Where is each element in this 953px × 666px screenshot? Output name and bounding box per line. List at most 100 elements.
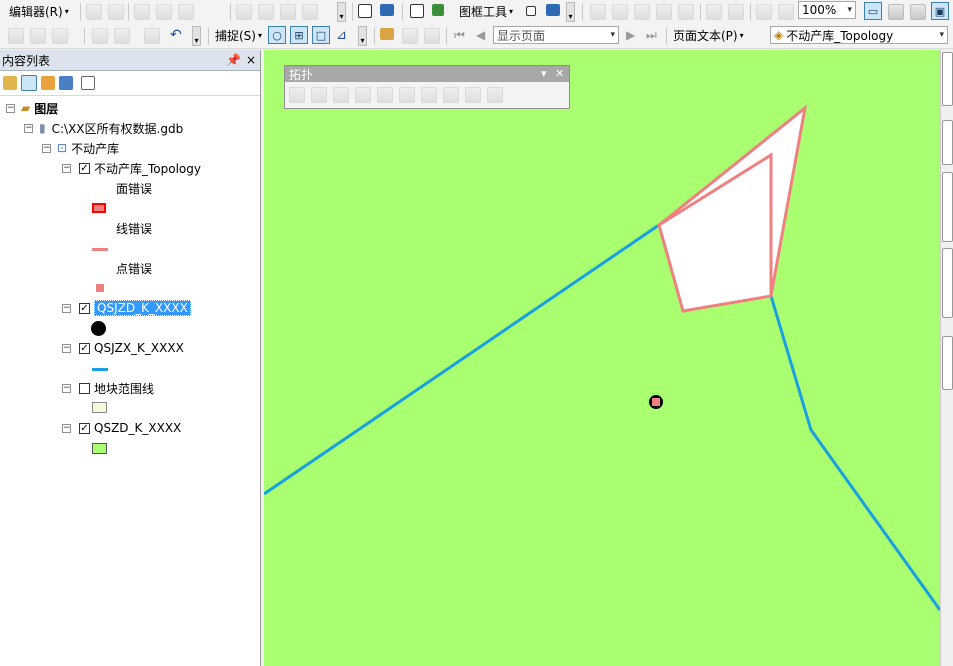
collapse-icon[interactable]: −: [62, 423, 71, 433]
collapse-icon[interactable]: −: [6, 103, 15, 113]
focus-data-frame-icon[interactable]: [888, 4, 904, 20]
snapping-menu[interactable]: 捕捉(S) ▾: [212, 26, 265, 44]
close-icon[interactable]: ✕: [555, 67, 564, 80]
zoom-out-icon[interactable]: [612, 4, 628, 20]
fixed-zoom-out-icon[interactable]: [728, 4, 744, 20]
page-text-menu[interactable]: 页面文本(P) ▾: [670, 26, 747, 44]
pan-icon[interactable]: [634, 4, 650, 20]
construction-tool-icon[interactable]: [178, 4, 194, 20]
list-by-drawing-order-icon[interactable]: [3, 76, 17, 90]
toolbar-overflow-chevron-4[interactable]: ▾: [358, 26, 367, 46]
collapse-icon[interactable]: −: [62, 163, 71, 173]
toolbar-overflow-chevron[interactable]: ▾: [337, 2, 346, 22]
chevron-down-icon[interactable]: ▾: [541, 67, 547, 80]
reshape-icon[interactable]: [236, 4, 252, 20]
pin-icon[interactable]: 📌: [226, 53, 241, 67]
layer-checkbox[interactable]: ✓: [79, 302, 90, 314]
split-icon[interactable]: [280, 4, 296, 20]
layer-row-qsjzx[interactable]: − ✓ QSJZX_K_XXXX: [62, 339, 184, 357]
construct-features-icon[interactable]: [421, 87, 437, 103]
end-snapping-button[interactable]: ⊞: [290, 26, 308, 44]
reshape-edge-icon[interactable]: [355, 87, 371, 103]
validate-topology-icon[interactable]: [443, 87, 459, 103]
error-inspector-icon[interactable]: [487, 87, 503, 103]
grid-layout-icon[interactable]: [358, 4, 372, 18]
show-shared-features-icon[interactable]: [333, 87, 349, 103]
parallel-icon[interactable]: [92, 28, 108, 44]
fix-topology-error-icon[interactable]: [465, 87, 481, 103]
options-icon[interactable]: [81, 76, 95, 90]
vertex-snapping-button[interactable]: □: [312, 26, 330, 44]
sketch-properties-icon[interactable]: [144, 28, 160, 44]
dock-tab-4[interactable]: [942, 248, 953, 318]
zoom-in-icon[interactable]: [590, 4, 606, 20]
add-data-icon[interactable]: [380, 28, 394, 40]
topology-toolbar-title-bar[interactable]: 拓扑 ▾ ✕: [285, 66, 569, 82]
dock-tab-2[interactable]: [942, 120, 953, 165]
layer-checkbox[interactable]: [79, 382, 90, 394]
full-extent-icon[interactable]: [656, 4, 672, 20]
list-by-selection-icon[interactable]: [59, 76, 73, 90]
boundary-line-southeast[interactable]: [769, 295, 940, 611]
boundary-line-west[interactable]: [264, 223, 660, 496]
collapse-icon[interactable]: −: [42, 143, 51, 153]
topology-layer-row[interactable]: − ✓ 不动产库_Topology: [62, 159, 201, 177]
dataset-row[interactable]: − ⊡ 不动产库: [42, 139, 119, 157]
point-snapping-button[interactable]: ○: [268, 26, 286, 44]
layer-checkbox[interactable]: ✓: [79, 422, 90, 434]
layers-root-row[interactable]: − ▰ 图层: [6, 99, 58, 117]
display-icon[interactable]: [546, 4, 560, 16]
cut-polygons-icon[interactable]: [258, 4, 274, 20]
list-by-source-icon[interactable]: [21, 75, 37, 91]
edit-annotation-icon[interactable]: [108, 4, 124, 20]
frame-tools-menu[interactable]: 图框工具 ▾: [456, 2, 516, 20]
polygon-error-shape[interactable]: [657, 104, 808, 313]
endpoint-arc-icon[interactable]: [156, 4, 172, 20]
perpendicular-icon[interactable]: [114, 28, 130, 44]
fixed-zoom-in-icon[interactable]: [706, 4, 722, 20]
toc-close-button[interactable]: ×: [246, 53, 256, 67]
sketch-tool-icon[interactable]: [52, 28, 68, 44]
previous-page-icon[interactable]: ◀: [476, 28, 485, 42]
map-topology-icon[interactable]: [289, 87, 305, 103]
edit-tool-icon[interactable]: [86, 4, 102, 20]
topology-checkbox[interactable]: ✓: [79, 162, 90, 174]
align-edge-icon[interactable]: [399, 87, 415, 103]
refresh-icon[interactable]: [402, 28, 418, 44]
straight-segment-icon[interactable]: [134, 4, 150, 20]
toolbar-overflow-chevron-2[interactable]: ▾: [566, 2, 575, 22]
grid-icon[interactable]: [424, 28, 440, 44]
collapse-icon[interactable]: −: [62, 303, 71, 313]
add-frame-icon[interactable]: [432, 4, 444, 16]
last-page-icon[interactable]: ⏭: [646, 28, 657, 43]
data-driven-pages-button[interactable]: ▣: [931, 2, 949, 20]
page-display-combo[interactable]: 显示页面 ▾: [493, 26, 619, 44]
square-icon[interactable]: [526, 6, 536, 16]
topology-edit-tool-icon[interactable]: [311, 87, 327, 103]
layer-row-qsjzd[interactable]: − ✓ QSJZD_K_XXXX: [62, 299, 191, 317]
frame-icon[interactable]: [410, 4, 424, 18]
zoom-combo[interactable]: 100% ▾: [798, 1, 856, 19]
previous-extent-icon[interactable]: [756, 4, 772, 20]
next-page-icon[interactable]: ▶: [626, 28, 635, 42]
trace-icon[interactable]: [8, 28, 24, 44]
collapse-icon[interactable]: −: [24, 123, 33, 133]
editor-menu-button[interactable]: 编辑器(R) ▾: [6, 2, 72, 20]
layer-checkbox[interactable]: ✓: [79, 342, 90, 354]
modify-edge-icon[interactable]: [377, 87, 393, 103]
map-view[interactable]: [264, 50, 940, 666]
arc-icon[interactable]: [30, 28, 46, 44]
layer-row-qszd[interactable]: − ✓ QSZD_K_XXXX: [62, 419, 181, 437]
undo-icon[interactable]: ↶: [170, 27, 182, 43]
rotate-icon[interactable]: [302, 4, 318, 20]
list-by-visibility-icon[interactable]: [41, 76, 55, 90]
zoom-whole-page-icon[interactable]: [678, 4, 694, 20]
dock-tab-1[interactable]: [942, 52, 953, 106]
toggle-draft-mode-button[interactable]: ▭: [864, 2, 882, 20]
monitor-icon[interactable]: [380, 4, 394, 16]
dock-tab-5[interactable]: [942, 336, 953, 390]
layer-row-boundary[interactable]: − 地块范围线: [62, 379, 154, 397]
first-page-icon[interactable]: ⏮: [454, 28, 465, 43]
toolbar-overflow-chevron-3[interactable]: ▾: [192, 26, 201, 46]
collapse-icon[interactable]: −: [62, 343, 71, 353]
